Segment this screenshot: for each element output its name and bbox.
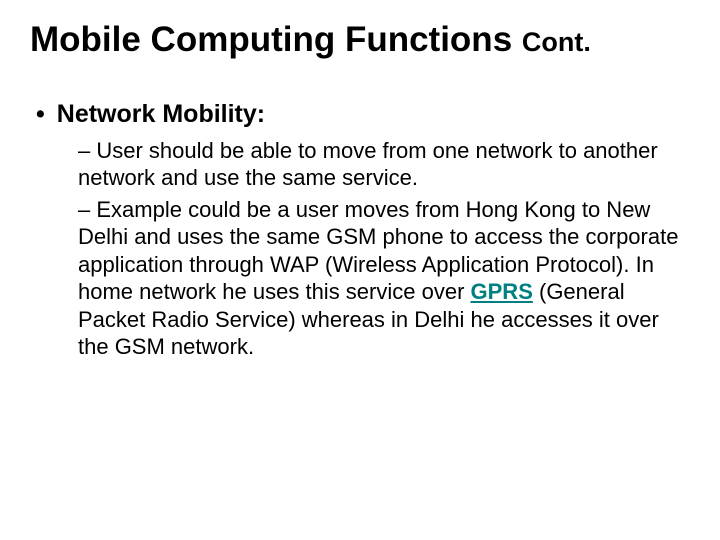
bullet-level1: • Network Mobility:	[30, 98, 690, 131]
gprs-link[interactable]: GPRS	[471, 279, 533, 304]
sub-item-1-text: User should be able to move from one net…	[78, 138, 658, 191]
bullet-label: Network Mobility:	[57, 98, 265, 131]
title-cont: Cont.	[522, 27, 591, 57]
sub-item-2: – Example could be a user moves from Hon…	[78, 196, 690, 361]
title-main: Mobile Computing Functions	[30, 20, 522, 59]
bullet-marker: •	[36, 98, 45, 131]
slide-title: Mobile Computing Functions Cont.	[30, 20, 690, 60]
sub-bullets: – User should be able to move from one n…	[30, 137, 690, 361]
sub-item-1: – User should be able to move from one n…	[78, 137, 690, 192]
dash-marker: –	[78, 138, 90, 163]
dash-marker: –	[78, 197, 90, 222]
